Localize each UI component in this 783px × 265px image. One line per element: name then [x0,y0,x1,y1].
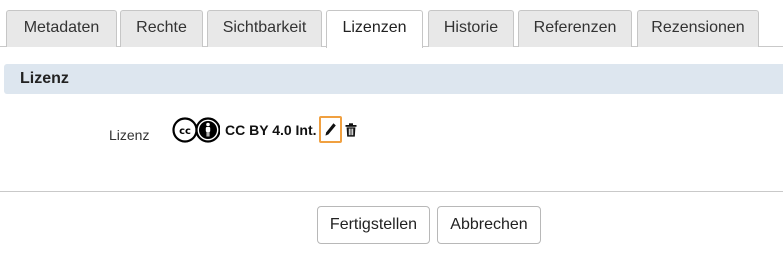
license-name: CC BY 4.0 Int. [225,122,317,138]
tab-bar: Metadaten Rechte Sichtbarkeit Lizenzen H… [0,0,783,48]
tab-rezensionen[interactable]: Rezensionen [637,10,759,47]
delete-license-button[interactable] [344,122,358,138]
trash-icon [345,123,357,137]
tab-lizenzen[interactable]: Lizenzen [326,10,423,48]
cancel-button[interactable]: Abbrechen [437,206,541,244]
tab-sichtbarkeit[interactable]: Sichtbarkeit [207,10,322,47]
tab-referenzen[interactable]: Referenzen [518,10,632,47]
cc-icon: cc [172,117,220,143]
tab-metadaten[interactable]: Metadaten [6,10,117,47]
cc-license-logo: cc [172,117,220,143]
tab-historie[interactable]: Historie [428,10,514,47]
divider [0,191,783,192]
finish-button[interactable]: Fertigstellen [317,206,430,244]
tab-rechte[interactable]: Rechte [120,10,203,47]
section-title: Lizenz [20,70,69,87]
license-field-label: Lizenz [109,127,150,143]
section-header: Lizenz [4,64,783,94]
pencil-icon [325,123,336,136]
svg-text:cc: cc [179,126,191,137]
edit-license-button[interactable] [319,116,342,143]
license-value: cc CC BY 4.0 Int. [172,116,317,144]
